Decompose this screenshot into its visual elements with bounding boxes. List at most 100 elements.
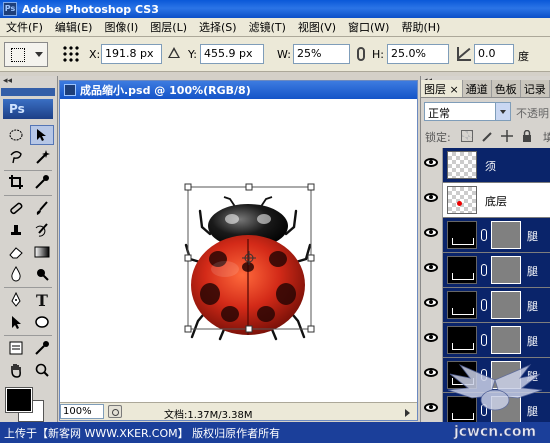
layer-row[interactable]: 腿	[421, 253, 550, 288]
toolbox-divider	[4, 287, 52, 288]
visibility-toggle[interactable]	[421, 323, 443, 358]
tab-layers[interactable]: 图层 ×	[421, 80, 463, 97]
visibility-toggle[interactable]	[421, 358, 443, 393]
layer-row[interactable]: 腿	[421, 323, 550, 358]
h-label: H:	[372, 48, 384, 61]
status-arrow-icon[interactable]	[405, 409, 410, 417]
visibility-toggle[interactable]	[421, 148, 443, 183]
layer-thumbnail	[447, 291, 477, 319]
collapse-icon[interactable]: ◂◂	[3, 76, 12, 86]
link-icon[interactable]	[357, 47, 365, 61]
history-brush-icon[interactable]	[30, 220, 54, 240]
foreground-color-swatch[interactable]	[5, 387, 33, 413]
path-selection-icon[interactable]	[4, 312, 28, 332]
menu-filter[interactable]: 滤镜(T)	[243, 19, 292, 35]
lasso-tool-icon[interactable]	[4, 147, 28, 167]
w-field[interactable]: 25%	[293, 44, 350, 64]
lock-pixels-icon[interactable]	[481, 130, 493, 142]
layers-panel: ◂◂ 图层 × 通道 色板 记录 正常 不透明 锁定: 填 须	[420, 76, 550, 422]
angle-icon	[457, 47, 471, 61]
menu-file[interactable]: 文件(F)	[0, 19, 49, 35]
layer-row[interactable]: 须	[421, 148, 550, 183]
layer-mask-thumbnail[interactable]	[491, 361, 521, 389]
lock-transparency-icon[interactable]	[461, 130, 473, 142]
eye-icon	[424, 333, 438, 342]
layer-thumbnail	[447, 396, 477, 422]
eye-icon	[424, 193, 438, 202]
link-icon[interactable]	[481, 264, 487, 276]
menu-help[interactable]: 帮助(H)	[395, 19, 446, 35]
layer-row[interactable]: 底层	[421, 183, 550, 218]
menu-select[interactable]: 选择(S)	[193, 19, 243, 35]
marquee-tool-icon[interactable]	[4, 125, 28, 145]
menu-layer[interactable]: 图层(L)	[144, 19, 193, 35]
eye-icon	[424, 368, 438, 377]
layer-row[interactable]: 腿	[421, 218, 550, 253]
clone-stamp-icon[interactable]	[4, 220, 28, 240]
status-menu-icon[interactable]	[108, 405, 122, 418]
toolbox-divider	[4, 170, 52, 171]
menu-view[interactable]: 视图(V)	[292, 19, 342, 35]
blend-mode-select[interactable]: 正常	[424, 102, 511, 121]
tab-channels[interactable]: 通道	[463, 80, 492, 97]
eraser-tool-icon[interactable]	[4, 242, 28, 262]
notes-tool-icon[interactable]	[4, 338, 28, 358]
zoom-tool-icon[interactable]	[30, 360, 54, 380]
document-title-bar[interactable]: 成品缩小.psd @ 100%(RGB/8)	[60, 81, 417, 99]
y-field[interactable]: 455.9 px	[200, 44, 264, 64]
healing-brush-icon[interactable]	[4, 198, 28, 218]
layer-mask-thumbnail[interactable]	[491, 326, 521, 354]
link-icon[interactable]	[481, 229, 487, 241]
visibility-toggle[interactable]	[421, 288, 443, 323]
y-label: Y:	[188, 48, 197, 61]
tool-preset-picker[interactable]	[4, 42, 48, 67]
reference-point-grid-icon[interactable]	[62, 45, 80, 63]
layer-mask-thumbnail[interactable]	[491, 396, 521, 422]
canvas[interactable]	[60, 99, 417, 402]
eyedropper-tool-icon[interactable]	[30, 172, 54, 192]
crop-tool-icon[interactable]	[4, 172, 28, 192]
layer-name: 腿	[527, 230, 538, 243]
tab-swatches[interactable]: 色板	[492, 80, 521, 97]
visibility-toggle[interactable]	[421, 393, 443, 422]
tab-history[interactable]: 记录	[521, 80, 550, 97]
zoom-field[interactable]: 100%	[60, 404, 104, 419]
link-icon[interactable]	[481, 404, 487, 416]
menu-window[interactable]: 窗口(W)	[342, 19, 395, 35]
layer-name: 腿	[527, 300, 538, 313]
x-field[interactable]: 191.8 px	[101, 44, 162, 64]
lock-position-icon[interactable]	[501, 130, 513, 142]
toolbox-divider	[4, 335, 52, 336]
move-tool[interactable]	[30, 125, 54, 145]
hand-tool-icon[interactable]	[4, 360, 28, 380]
visibility-toggle[interactable]	[421, 253, 443, 288]
lock-row: 锁定: 填	[425, 129, 550, 145]
visibility-toggle[interactable]	[421, 183, 443, 218]
dodge-tool-icon[interactable]	[30, 264, 54, 284]
layer-mask-thumbnail[interactable]	[491, 221, 521, 249]
h-field[interactable]: 25.0%	[387, 44, 449, 64]
pen-tool-icon[interactable]	[4, 290, 28, 310]
link-icon[interactable]	[481, 334, 487, 346]
brush-tool-icon[interactable]	[30, 198, 54, 218]
type-tool-icon[interactable]: T	[30, 290, 54, 310]
menu-image[interactable]: 图像(I)	[98, 19, 144, 35]
red-dot-icon	[457, 201, 462, 206]
ellipse-shape-icon[interactable]	[30, 312, 54, 332]
gradient-tool-icon[interactable]	[30, 242, 54, 262]
angle-field[interactable]: 0.0	[474, 44, 514, 64]
menu-edit[interactable]: 编辑(E)	[49, 19, 99, 35]
layer-mask-thumbnail[interactable]	[491, 291, 521, 319]
layer-mask-thumbnail[interactable]	[491, 256, 521, 284]
layer-row[interactable]: 腿	[421, 393, 550, 422]
blur-tool-icon[interactable]	[4, 264, 28, 284]
layer-row[interactable]: 腿	[421, 288, 550, 323]
link-icon[interactable]	[481, 369, 487, 381]
lock-all-icon[interactable]	[521, 129, 533, 142]
layer-row[interactable]: 腿	[421, 358, 550, 393]
visibility-toggle[interactable]	[421, 218, 443, 253]
eyedropper-icon[interactable]	[30, 338, 54, 358]
link-icon[interactable]	[481, 299, 487, 311]
footer-credit: 上传于【新客网 WWW.XKER.COM】 版权归原作者所有	[0, 422, 550, 443]
magic-wand-icon[interactable]	[30, 147, 54, 167]
